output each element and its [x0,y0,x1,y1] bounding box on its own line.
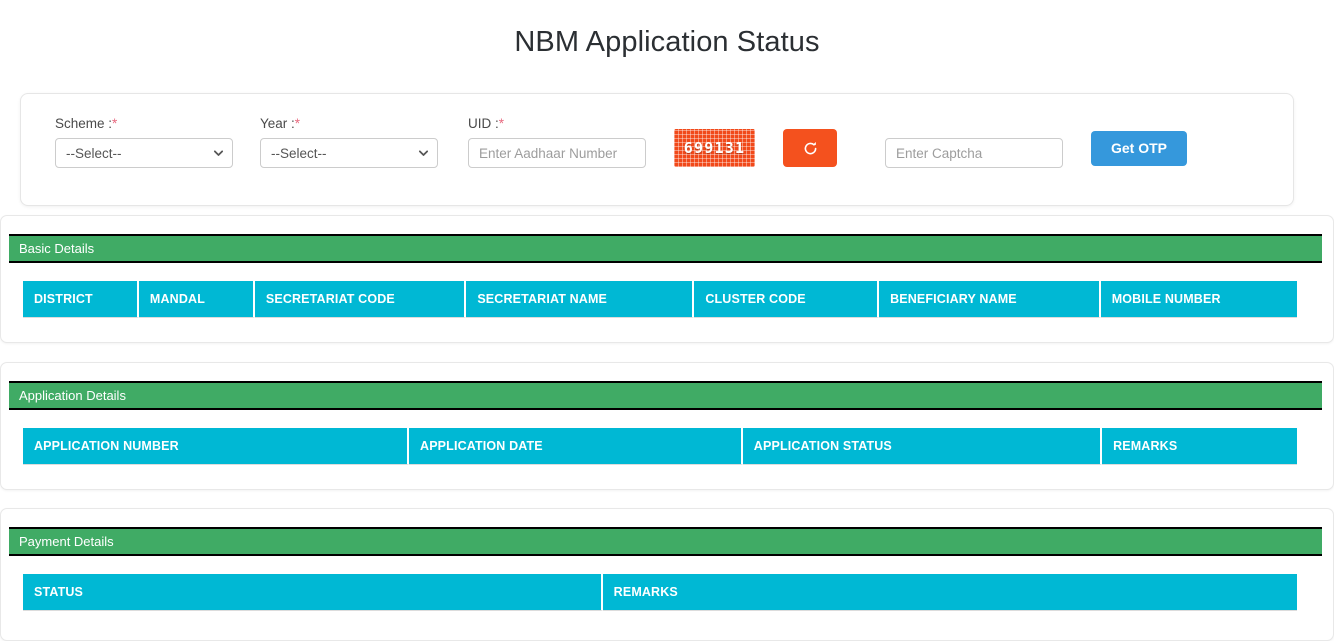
scheme-label-text: Scheme : [55,116,113,131]
payment-details-table: STATUS REMARKS [23,574,1297,611]
uid-field-group: UID :* [468,116,646,168]
column-header-application-number: APPLICATION NUMBER [23,428,410,465]
column-header-beneficiary-name: BENEFICIARY NAME [879,281,1101,318]
refresh-captcha-button[interactable] [783,129,837,167]
column-header-mandal: MANDAL [138,281,255,318]
column-header-remarks: REMARKS [602,574,1297,611]
application-details-table: APPLICATION NUMBER APPLICATION DATE APPL… [23,428,1297,465]
basic-details-table: DISTRICT MANDAL SECRETARIAT CODE SECRETA… [23,281,1297,318]
column-header-mobile-number: MOBILE NUMBER [1100,281,1297,318]
year-select[interactable]: --Select-- [260,138,438,168]
application-details-table-head: APPLICATION NUMBER APPLICATION DATE APPL… [23,428,1297,465]
column-header-status: STATUS [23,574,603,611]
column-header-application-date: APPLICATION DATE [409,428,743,465]
basic-details-section-header: Basic Details [9,234,1322,263]
payment-details-panel: Payment Details STATUS REMARKS [0,508,1334,641]
uid-label: UID :* [468,116,646,131]
application-details-panel: Application Details APPLICATION NUMBER A… [0,362,1334,490]
payment-details-table-head: STATUS REMARKS [23,574,1297,611]
column-header-district: DISTRICT [23,281,139,318]
year-field-group: Year :* --Select-- [260,116,438,168]
uid-required-asterisk: * [498,116,505,131]
uid-input[interactable] [468,138,646,168]
column-header-secretariat-code: SECRETARIAT CODE [254,281,467,318]
page-root: NBM Application Status Scheme :* --Selec… [0,0,1334,641]
captcha-image: 699131 [674,129,755,167]
search-form-row: Scheme :* --Select-- Year :* --Select-- … [55,116,1188,168]
basic-details-panel: Basic Details DISTRICT MANDAL SECRETARIA… [0,215,1334,343]
basic-details-table-head: DISTRICT MANDAL SECRETARIAT CODE SECRETA… [23,281,1297,318]
captcha-input[interactable] [885,138,1063,168]
year-label: Year :* [260,116,438,131]
scheme-label: Scheme :* [55,116,233,131]
payment-details-section-header: Payment Details [9,527,1322,556]
refresh-icon [802,140,819,157]
search-form-card: Scheme :* --Select-- Year :* --Select-- … [20,93,1294,206]
application-details-section-header: Application Details [9,381,1322,410]
scheme-select[interactable]: --Select-- [55,138,233,168]
year-select-wrap: --Select-- [260,138,438,168]
table-header-row: APPLICATION NUMBER APPLICATION DATE APPL… [23,428,1297,465]
year-required-asterisk: * [294,116,301,131]
get-otp-button[interactable]: Get OTP [1091,130,1188,166]
column-header-secretariat-name: SECRETARIAT NAME [466,281,695,318]
column-header-remarks: REMARKS [1102,428,1297,465]
scheme-select-wrap: --Select-- [55,138,233,168]
uid-label-text: UID : [468,116,499,131]
column-header-cluster-code: CLUSTER CODE [694,281,880,318]
scheme-field-group: Scheme :* --Select-- [55,116,233,168]
column-header-application-status: APPLICATION STATUS [742,428,1103,465]
year-label-text: Year : [260,116,295,131]
page-title: NBM Application Status [514,26,820,58]
captcha-image-text: 699131 [683,139,746,157]
scheme-required-asterisk: * [112,116,118,131]
table-header-row: DISTRICT MANDAL SECRETARIAT CODE SECRETA… [23,281,1297,318]
table-header-row: STATUS REMARKS [23,574,1297,611]
